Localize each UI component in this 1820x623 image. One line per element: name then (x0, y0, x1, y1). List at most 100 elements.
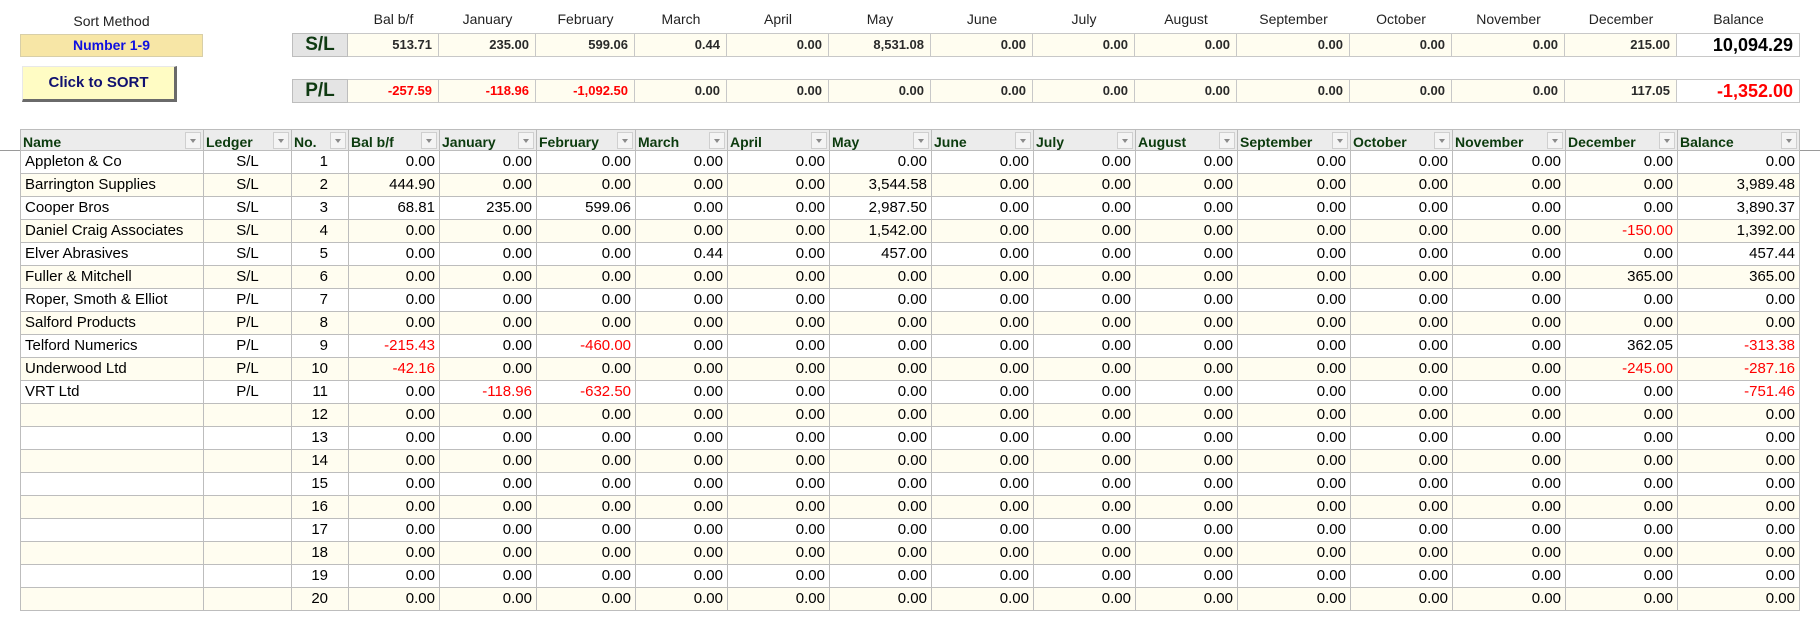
cell-april[interactable]: 0.00 (727, 151, 829, 174)
cell-august[interactable]: 0.00 (1135, 266, 1237, 289)
cell-march[interactable]: 0.00 (635, 450, 727, 473)
sort-button[interactable]: Click to SORT (22, 66, 177, 102)
cell-october[interactable]: 0.00 (1350, 243, 1452, 266)
cell-april[interactable]: 0.00 (727, 542, 829, 565)
cell-may[interactable]: 457.00 (829, 243, 931, 266)
cell-august[interactable]: 0.00 (1135, 450, 1237, 473)
cell-june[interactable]: 0.00 (931, 450, 1033, 473)
cell-november[interactable]: 0.00 (1452, 519, 1565, 542)
cell-june[interactable]: 0.00 (931, 473, 1033, 496)
cell-april[interactable]: 0.00 (727, 197, 829, 220)
cell-september[interactable]: 0.00 (1237, 427, 1350, 450)
cell-july[interactable]: 0.00 (1033, 381, 1135, 404)
cell-october[interactable]: 0.00 (1350, 542, 1452, 565)
cell-november[interactable]: 0.00 (1452, 220, 1565, 243)
cell-december[interactable]: 0.00 (1565, 197, 1677, 220)
cell-ledger[interactable] (203, 450, 291, 473)
cell-october[interactable]: 0.00 (1350, 496, 1452, 519)
cell-june[interactable]: 0.00 (931, 197, 1033, 220)
cell-september[interactable]: 0.00 (1237, 519, 1350, 542)
sort-method-value[interactable]: Number 1-9 (20, 34, 203, 57)
filter-dropdown-icon[interactable] (185, 132, 201, 149)
cell-july[interactable]: 0.00 (1033, 358, 1135, 381)
cell-balance[interactable]: 0.00 (1677, 404, 1800, 427)
cell-no[interactable]: 19 (291, 565, 348, 588)
cell-november[interactable]: 0.00 (1452, 427, 1565, 450)
cell-august[interactable]: 0.00 (1135, 243, 1237, 266)
cell-balance[interactable]: 365.00 (1677, 266, 1800, 289)
cell-balance[interactable]: 0.00 (1677, 289, 1800, 312)
cell-november[interactable]: 0.00 (1452, 404, 1565, 427)
cell-may[interactable]: 0.00 (829, 151, 931, 174)
cell-name[interactable]: Daniel Craig Associates (20, 220, 203, 243)
cell-august[interactable]: 0.00 (1135, 312, 1237, 335)
cell-april[interactable]: 0.00 (727, 266, 829, 289)
cell-no[interactable]: 13 (291, 427, 348, 450)
cell-october[interactable]: 0.00 (1350, 289, 1452, 312)
cell-bal-b-f[interactable]: 0.00 (348, 381, 439, 404)
cell-ledger[interactable] (203, 404, 291, 427)
cell-name[interactable] (20, 450, 203, 473)
cell-february[interactable]: 0.00 (536, 289, 635, 312)
cell-name[interactable]: Salford Products (20, 312, 203, 335)
cell-balance[interactable]: 457.44 (1677, 243, 1800, 266)
filter-dropdown-icon[interactable] (913, 132, 929, 149)
cell-january[interactable]: 0.00 (439, 220, 536, 243)
filter-dropdown-icon[interactable] (273, 132, 289, 149)
cell-september[interactable]: 0.00 (1237, 542, 1350, 565)
cell-ledger[interactable] (203, 588, 291, 611)
cell-no[interactable]: 7 (291, 289, 348, 312)
cell-march[interactable]: 0.00 (635, 588, 727, 611)
cell-june[interactable]: 0.00 (931, 427, 1033, 450)
cell-no[interactable]: 6 (291, 266, 348, 289)
cell-april[interactable]: 0.00 (727, 381, 829, 404)
cell-january[interactable]: 0.00 (439, 243, 536, 266)
cell-no[interactable]: 4 (291, 220, 348, 243)
cell-august[interactable]: 0.00 (1135, 496, 1237, 519)
cell-november[interactable]: 0.00 (1452, 450, 1565, 473)
cell-november[interactable]: 0.00 (1452, 335, 1565, 358)
cell-march[interactable]: 0.00 (635, 312, 727, 335)
cell-march[interactable]: 0.00 (635, 266, 727, 289)
cell-balance[interactable]: 1,392.00 (1677, 220, 1800, 243)
cell-december[interactable]: 0.00 (1565, 496, 1677, 519)
cell-may[interactable]: 0.00 (829, 565, 931, 588)
cell-october[interactable]: 0.00 (1350, 151, 1452, 174)
cell-january[interactable]: 0.00 (439, 151, 536, 174)
cell-april[interactable]: 0.00 (727, 450, 829, 473)
cell-march[interactable]: 0.00 (635, 174, 727, 197)
cell-april[interactable]: 0.00 (727, 404, 829, 427)
cell-july[interactable]: 0.00 (1033, 404, 1135, 427)
cell-march[interactable]: 0.00 (635, 289, 727, 312)
cell-march[interactable]: 0.00 (635, 358, 727, 381)
cell-june[interactable]: 0.00 (931, 381, 1033, 404)
cell-december[interactable]: 365.00 (1565, 266, 1677, 289)
filter-dropdown-icon[interactable] (1015, 132, 1031, 149)
cell-ledger[interactable] (203, 427, 291, 450)
cell-july[interactable]: 0.00 (1033, 450, 1135, 473)
cell-august[interactable]: 0.00 (1135, 542, 1237, 565)
cell-november[interactable]: 0.00 (1452, 266, 1565, 289)
cell-balance[interactable]: 0.00 (1677, 519, 1800, 542)
cell-november[interactable]: 0.00 (1452, 312, 1565, 335)
cell-september[interactable]: 0.00 (1237, 197, 1350, 220)
cell-july[interactable]: 0.00 (1033, 312, 1135, 335)
cell-september[interactable]: 0.00 (1237, 151, 1350, 174)
cell-july[interactable]: 0.00 (1033, 289, 1135, 312)
cell-october[interactable]: 0.00 (1350, 427, 1452, 450)
cell-june[interactable]: 0.00 (931, 404, 1033, 427)
cell-may[interactable]: 0.00 (829, 312, 931, 335)
cell-bal-b-f[interactable]: 0.00 (348, 289, 439, 312)
cell-december[interactable]: 0.00 (1565, 565, 1677, 588)
cell-bal-b-f[interactable]: 68.81 (348, 197, 439, 220)
cell-no[interactable]: 12 (291, 404, 348, 427)
cell-december[interactable]: -150.00 (1565, 220, 1677, 243)
cell-no[interactable]: 2 (291, 174, 348, 197)
cell-balance[interactable]: 0.00 (1677, 542, 1800, 565)
cell-january[interactable]: 235.00 (439, 197, 536, 220)
cell-july[interactable]: 0.00 (1033, 174, 1135, 197)
cell-january[interactable]: 0.00 (439, 496, 536, 519)
cell-july[interactable]: 0.00 (1033, 243, 1135, 266)
cell-january[interactable]: 0.00 (439, 519, 536, 542)
cell-balance[interactable]: -313.38 (1677, 335, 1800, 358)
